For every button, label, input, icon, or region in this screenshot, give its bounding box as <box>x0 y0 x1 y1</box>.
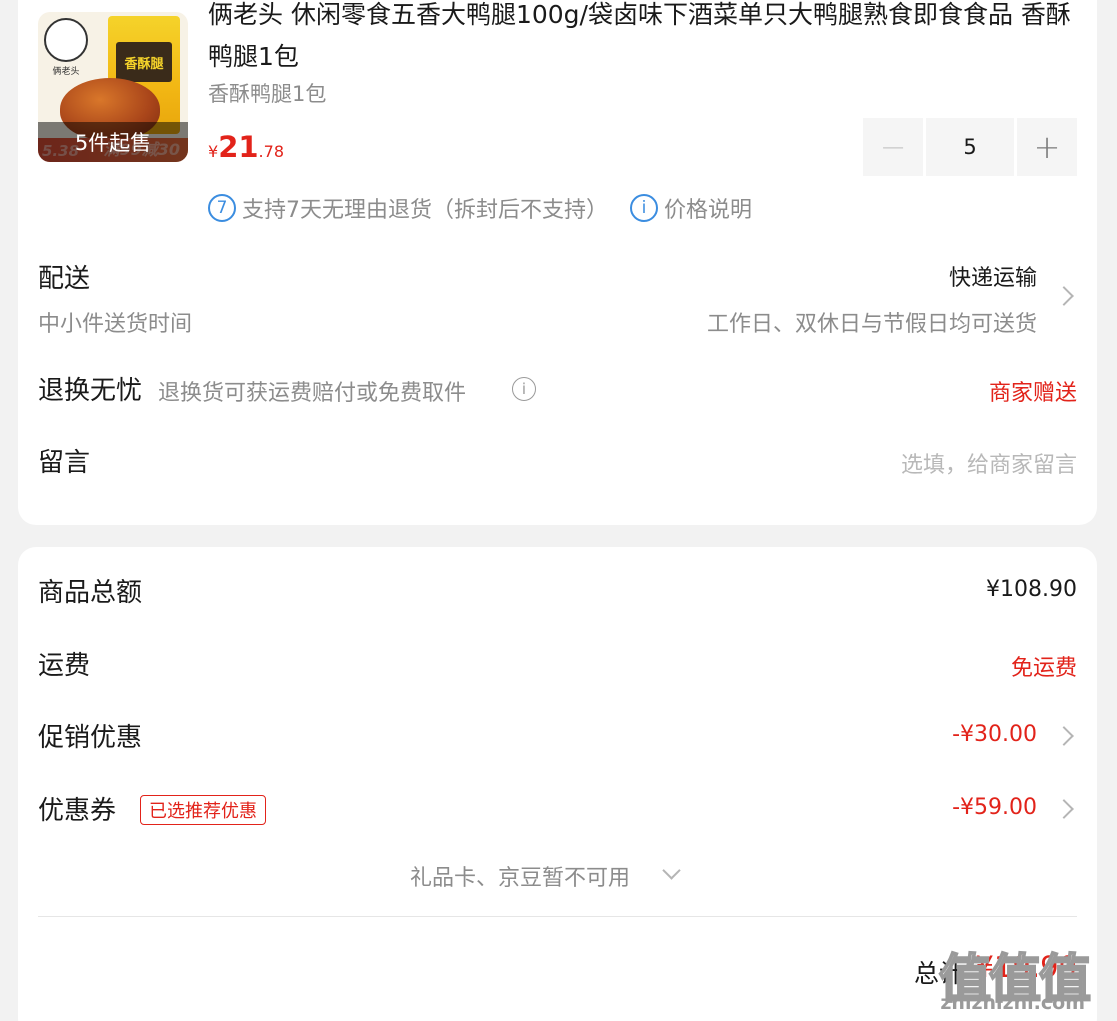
returns-gift: 商家赠送 <box>988 381 1077 406</box>
chevron-right-icon <box>1054 286 1074 306</box>
package-label: 香酥腿 <box>116 42 172 82</box>
promotion-value: -¥30.00 <box>952 722 1037 747</box>
chevron-right-icon <box>1054 726 1074 746</box>
delivery-method: 快递运输 <box>948 266 1037 291</box>
decrease-quantity-button[interactable]: − <box>863 118 923 176</box>
info-icon[interactable]: i <box>512 377 536 401</box>
product-variant[interactable]: 香酥鸭腿1包 <box>208 78 326 108</box>
order-item-card: 香酥腿 俩老头 5.38 满99减30 5件起售 俩老头 休闲零食五香大鸭腿10… <box>18 0 1097 525</box>
seven-day-return-icon: 7 <box>208 194 236 222</box>
return-policy-text[interactable]: 支持7天无理由退货（拆封后不支持） <box>242 192 608 224</box>
coupon-recommended-tag: 已选推荐优惠 <box>140 795 266 825</box>
increase-quantity-button[interactable]: + <box>1017 118 1077 176</box>
info-icon: i <box>630 194 658 222</box>
giftcard-text: 礼品卡、京豆暂不可用 <box>410 866 631 891</box>
goods-total-value: ¥108.90 <box>986 577 1077 602</box>
goods-total-label: 商品总额 <box>38 578 143 608</box>
returns-sub: 退换货可获运费赔付或免费取件 <box>158 381 467 406</box>
product-price: ¥21.78 <box>208 130 284 164</box>
price-currency: ¥ <box>208 142 219 161</box>
quantity-stepper: − 5 + <box>863 118 1077 176</box>
service-notes: 7 支持7天无理由退货（拆封后不支持） i 价格说明 <box>208 192 752 224</box>
quantity-input[interactable]: 5 <box>926 118 1014 176</box>
price-explanation-link[interactable]: 价格说明 <box>664 192 752 224</box>
order-summary-card: 商品总额 ¥108.90 运费 免运费 促销优惠 -¥30.00 优惠券 已选推… <box>18 547 1097 1021</box>
chevron-right-icon <box>1054 799 1074 819</box>
message-label: 留言 <box>38 448 91 478</box>
shipping-label: 运费 <box>38 651 91 681</box>
min-purchase-badge: 5件起售 <box>38 122 188 162</box>
coupon-value: -¥59.00 <box>952 795 1037 820</box>
delivery-sub: 中小件送货时间 <box>38 312 193 337</box>
brand-seal-text: 俩老头 <box>52 67 80 77</box>
price-integer: 21 <box>218 130 259 164</box>
product-title[interactable]: 俩老头 休闲零食五香大鸭腿100g/袋卤味下酒菜单只大鸭腿熟食即食食品 香酥鸭腿… <box>208 0 1078 78</box>
returns-label: 退换无忧 <box>38 376 143 406</box>
chevron-down-icon <box>662 861 681 880</box>
coupon-label: 优惠券 <box>38 796 117 826</box>
site-watermark-url: zhizhizhi.com <box>940 992 1085 1014</box>
shipping-value: 免运费 <box>1010 656 1077 681</box>
product-thumbnail[interactable]: 香酥腿 俩老头 5.38 满99减30 5件起售 <box>38 12 188 162</box>
message-input[interactable]: 选填，给商家留言 <box>901 447 1077 479</box>
delivery-label: 配送 <box>38 264 91 294</box>
brand-seal-icon <box>44 18 88 62</box>
promotion-label: 促销优惠 <box>38 723 143 753</box>
price-decimal: .78 <box>258 142 284 161</box>
delivery-schedule: 工作日、双休日与节假日均可送货 <box>706 312 1037 337</box>
divider <box>38 916 1077 917</box>
